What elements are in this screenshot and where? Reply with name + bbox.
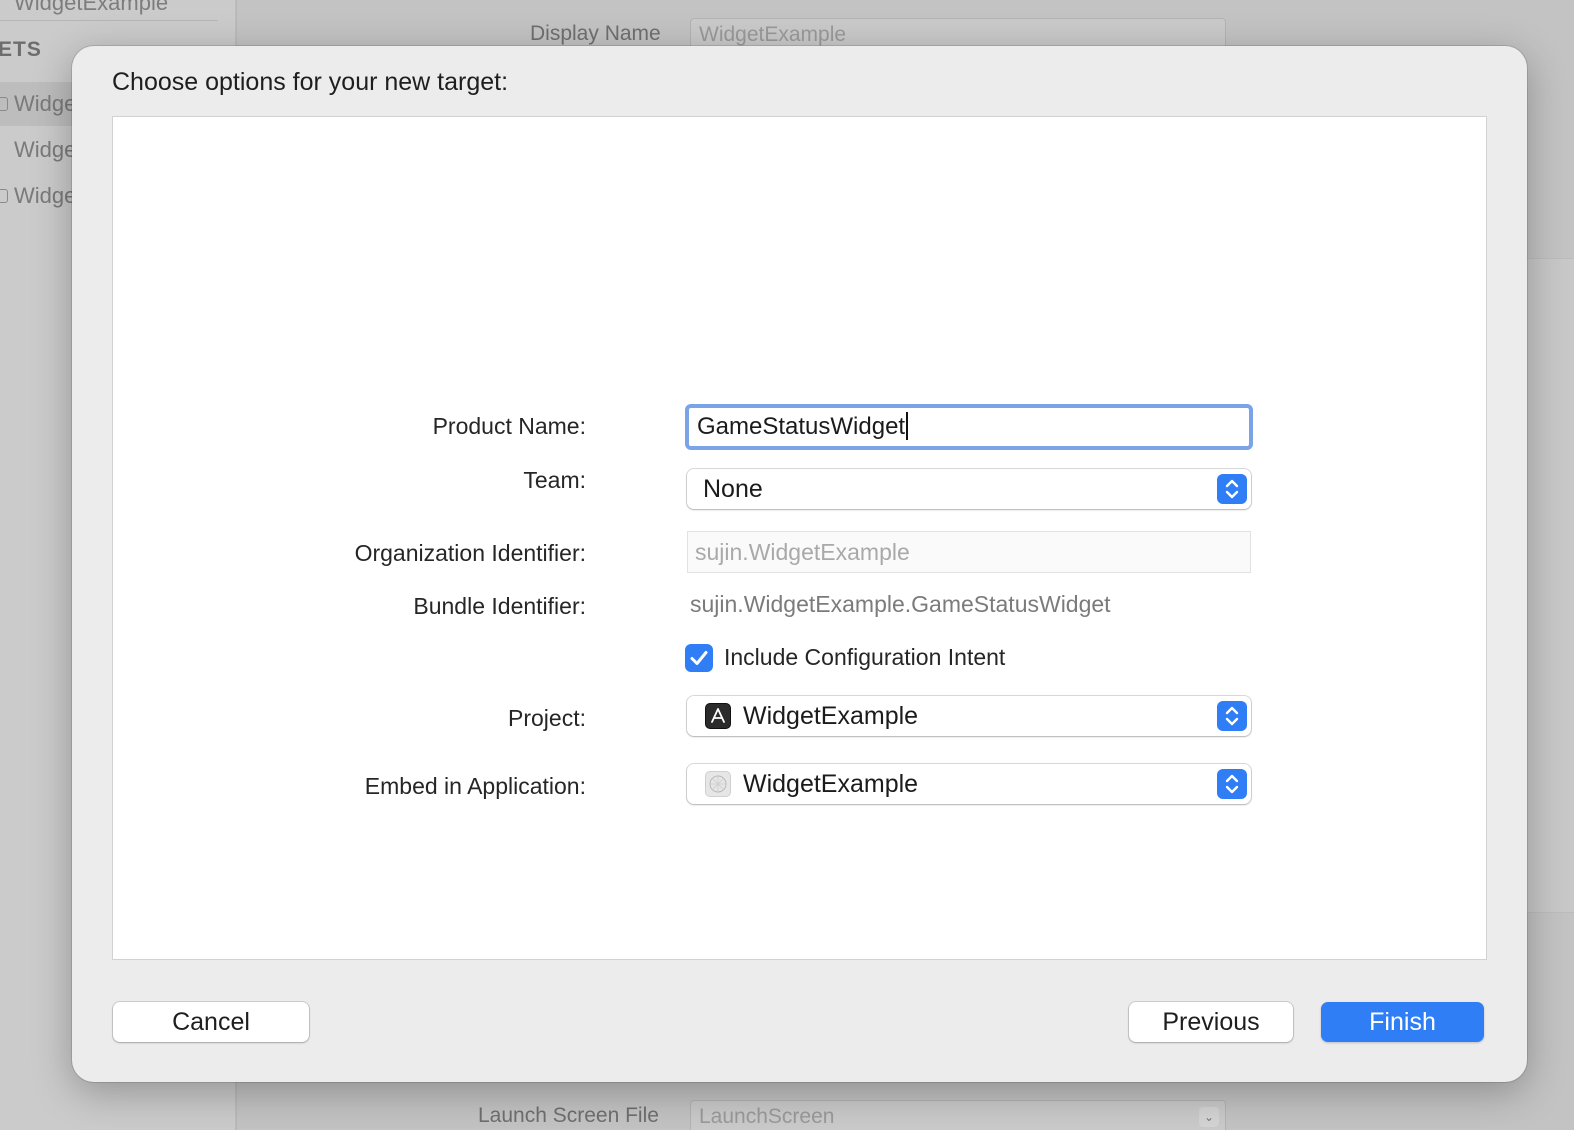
sidebar-target-label: Widge bbox=[14, 91, 77, 116]
bundle-id-value: sujin.WidgetExample.GameStatusWidget bbox=[690, 591, 1111, 617]
bundle-id-label: Bundle Identifier: bbox=[413, 593, 586, 619]
project-label: Project: bbox=[508, 705, 586, 731]
sidebar-section-targets: ETS bbox=[0, 38, 42, 61]
sidebar-target-label: Widge bbox=[14, 137, 77, 162]
display-name-label: Display Name bbox=[530, 22, 661, 45]
project-value: WidgetExample bbox=[743, 701, 919, 730]
team-label: Team: bbox=[523, 467, 586, 493]
stepper-arrows-icon bbox=[1217, 474, 1247, 504]
sidebar-divider bbox=[0, 20, 218, 21]
org-id-label: Organization Identifier: bbox=[354, 540, 586, 566]
embed-popup[interactable]: WidgetExample bbox=[687, 764, 1251, 804]
stepper-arrows-icon bbox=[1217, 701, 1247, 731]
launch-screen-value: LaunchScreen bbox=[699, 1105, 835, 1128]
target-icon bbox=[0, 143, 8, 157]
target-icon bbox=[0, 97, 8, 111]
text-caret bbox=[906, 412, 909, 440]
project-popup[interactable]: WidgetExample bbox=[687, 696, 1251, 736]
product-name-input[interactable]: GameStatusWidget bbox=[685, 404, 1253, 450]
embed-value: WidgetExample bbox=[743, 769, 919, 798]
background-panel bbox=[1527, 258, 1574, 913]
sheet-title: Choose options for your new target: bbox=[112, 68, 509, 96]
new-target-sheet: Choose options for your new target: Prod… bbox=[72, 46, 1527, 1082]
sidebar-project-item: WidgetExample bbox=[14, 0, 169, 15]
include-intent-checkbox[interactable] bbox=[685, 644, 713, 672]
product-name-label: Product Name: bbox=[432, 413, 586, 439]
team-value: None bbox=[703, 474, 763, 503]
launch-screen-label: Launch Screen File bbox=[478, 1104, 659, 1127]
stepper-arrows-icon bbox=[1217, 769, 1247, 799]
previous-button[interactable]: Previous bbox=[1129, 1002, 1293, 1042]
checkmark-icon bbox=[690, 651, 708, 665]
product-name-value: GameStatusWidget bbox=[697, 413, 906, 440]
include-intent-label[interactable]: Include Configuration Intent bbox=[724, 644, 1005, 671]
chevron-down-icon: ⌄ bbox=[1199, 1107, 1219, 1127]
finish-button[interactable]: Finish bbox=[1321, 1002, 1484, 1042]
org-id-placeholder: sujin.WidgetExample bbox=[695, 539, 910, 565]
cancel-button[interactable]: Cancel bbox=[113, 1002, 309, 1042]
options-panel: Product Name: GameStatusWidget Team: Non… bbox=[112, 116, 1487, 960]
sidebar-target-label: Widge bbox=[14, 183, 77, 208]
embed-label: Embed in Application: bbox=[364, 773, 586, 799]
xcode-project-icon bbox=[705, 703, 731, 729]
team-popup[interactable]: None bbox=[687, 469, 1251, 509]
org-id-field[interactable]: sujin.WidgetExample bbox=[687, 531, 1251, 573]
launch-screen-field: LaunchScreen ⌄ bbox=[690, 1100, 1226, 1130]
app-icon bbox=[705, 771, 731, 797]
target-icon bbox=[0, 189, 8, 203]
